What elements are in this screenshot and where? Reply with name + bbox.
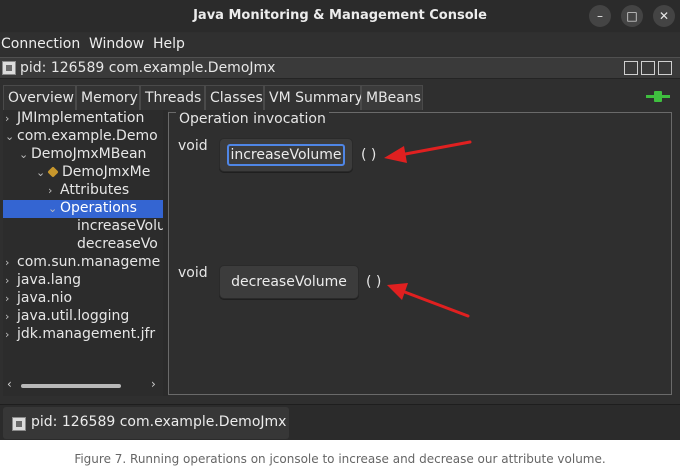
tree-node-jmimplementation[interactable]: › JMImplementation [5,110,144,128]
tree-node-demojmxmbean[interactable]: ⌄ DemoJmxMBean [19,146,146,164]
tab-bar: Overview Memory Threads Classes VM Summa… [0,82,680,110]
chevron-icon: › [5,112,10,125]
frame-minimize-icon[interactable] [624,61,638,75]
close-icon[interactable]: ✕ [653,5,675,27]
params-increase: ( ) [361,147,377,163]
menu-connection[interactable]: Connection [1,36,80,52]
tab-threads[interactable]: Threads [140,85,205,110]
tab-memory[interactable]: Memory [76,85,140,110]
frame-maximize-icon[interactable] [641,61,655,75]
tab-classes[interactable]: Classes [205,85,264,110]
increase-volume-button[interactable]: increaseVolume [219,138,353,172]
tree-node-operations[interactable]: ⌄ Operations [3,200,163,218]
tree-node-com-sun-management[interactable]: › com.sun.manageme [5,254,160,272]
jconsole-window: Java Monitoring & Management Console – □… [0,0,680,440]
frame-close-icon[interactable] [658,61,672,75]
tree-node-increasevolume[interactable]: increaseVolu [77,218,163,236]
chevron-icon: ⌄ [19,148,29,161]
figure-caption: Figure 7. Running operations on jconsole… [74,452,606,466]
chevron-icon: › [5,328,10,341]
scrollbar-thumb[interactable] [21,384,121,388]
tab-mbeans[interactable]: MBeans [361,85,423,110]
operation-invocation-legend: Operation invocation [176,111,329,127]
frame-title: pid: 126589 com.example.DemoJmx [20,60,276,76]
mbean-tree[interactable]: › JMImplementation ⌄ com.example.Demo ⌄ Dem… [3,110,163,396]
tree-node-java-util-logging[interactable]: › java.util.logging [5,308,129,326]
menu-help[interactable]: Help [153,36,185,52]
chevron-icon: ⌄ [48,202,58,215]
menu-window[interactable]: Window [89,36,144,52]
chevron-icon: › [5,292,10,305]
window-title: Java Monitoring & Management Console [193,8,487,23]
taskbar: pid: 126589 com.example.DemoJmx [0,404,680,440]
menu-bar: Connection Window Help [0,33,680,55]
title-bar: Java Monitoring & Management Console – □… [0,0,680,32]
tree-horizontal-scrollbar[interactable]: ‹ › [3,377,163,394]
taskbar-item-demojmx[interactable]: pid: 126589 com.example.DemoJmx [3,407,289,439]
decrease-volume-button[interactable]: decreaseVolume [219,265,359,299]
tree-node-attributes[interactable]: › Attributes [48,182,129,200]
chevron-icon: › [5,310,10,323]
scroll-left-icon[interactable]: ‹ [7,377,12,391]
plug-icon[interactable] [646,90,670,102]
tree-node-java-nio[interactable]: › java.nio [5,290,72,308]
tab-overview[interactable]: Overview [3,85,76,110]
mbean-icon [47,166,59,178]
return-type-decrease: void [178,265,208,281]
frame-icon [2,61,16,75]
tree-node-decreasevolume[interactable]: decreaseVo [77,236,158,254]
params-decrease: ( ) [366,274,382,290]
tree-node-jdk-management-jfr[interactable]: › jdk.management.jfr [5,326,155,344]
return-type-increase: void [178,138,208,154]
chevron-icon: › [48,184,53,197]
tree-node-com-example-demo[interactable]: ⌄ com.example.Demo [5,128,158,146]
internal-frame-title-bar: pid: 126589 com.example.DemoJmx [0,57,680,79]
tree-node-demojmxme[interactable]: ⌄ DemoJmxMe [36,164,150,182]
frame-icon [12,417,26,431]
tree-node-java-lang[interactable]: › java.lang [5,272,81,290]
chevron-icon: › [5,256,10,269]
tab-vm-summary[interactable]: VM Summary [264,85,363,110]
maximize-icon[interactable]: □ [621,5,643,27]
chevron-icon: › [5,274,10,287]
chevron-icon: ⌄ [5,130,15,143]
chevron-icon: ⌄ [36,166,46,179]
taskbar-item-label: pid: 126589 com.example.DemoJmx [31,414,287,430]
minimize-icon[interactable]: – [589,5,611,27]
scroll-right-icon[interactable]: › [151,377,156,391]
